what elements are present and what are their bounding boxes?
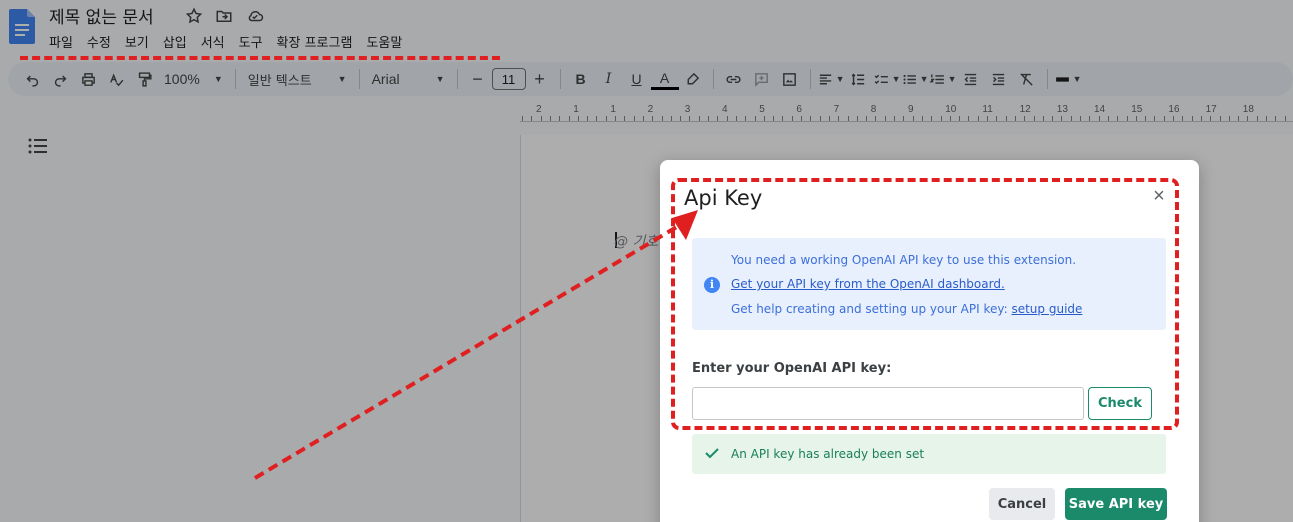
- annotation-box: [671, 178, 1179, 430]
- cancel-button[interactable]: Cancel: [989, 488, 1055, 520]
- save-api-key-button[interactable]: Save API key: [1065, 488, 1167, 520]
- checkmark-icon: [705, 448, 719, 459]
- success-banner: An API key has already been set: [692, 434, 1166, 474]
- success-message: An API key has already been set: [731, 447, 925, 461]
- annotation-underline: [20, 56, 500, 60]
